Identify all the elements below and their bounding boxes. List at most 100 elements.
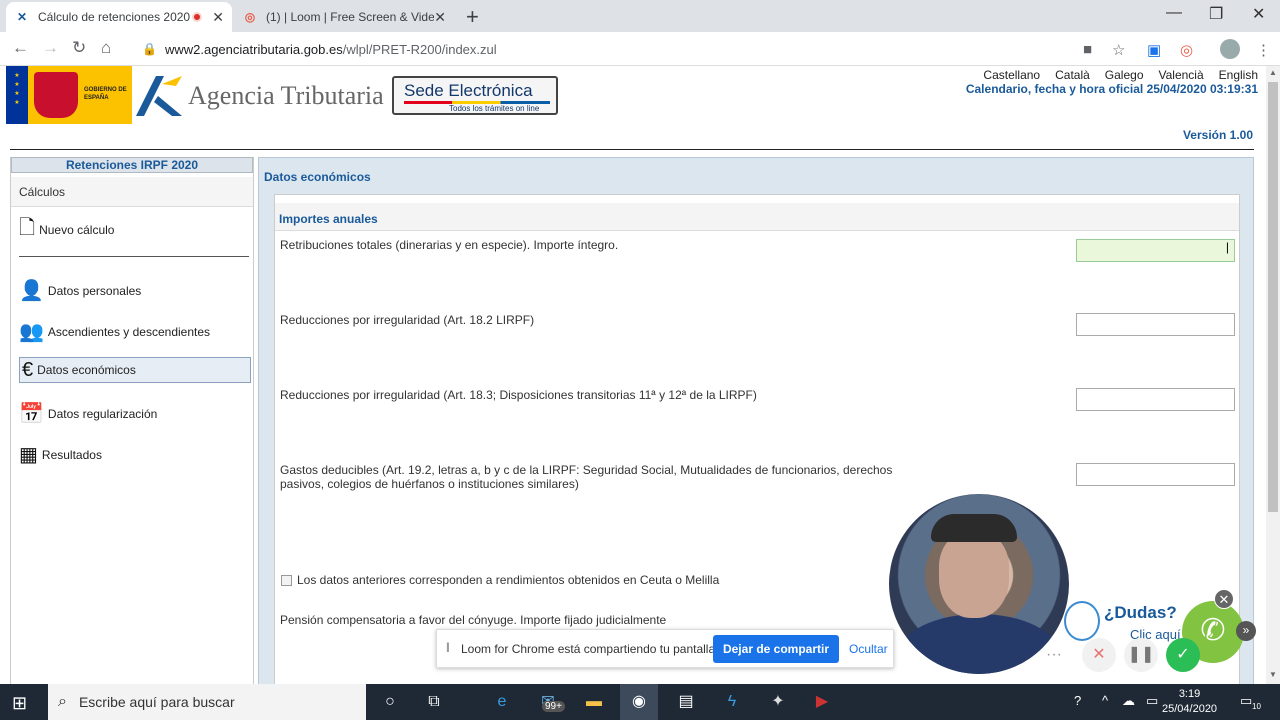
cloud-icon[interactable]: ☁ xyxy=(1122,693,1135,709)
sede-subtitle: Todos los trámites on line xyxy=(449,104,540,113)
forward-icon[interactable]: → xyxy=(42,38,59,58)
back-icon[interactable]: ← xyxy=(12,38,29,58)
new-tab-button[interactable]: + xyxy=(466,4,479,30)
taskbar-search[interactable]: ⌕ Escribe aquí para buscar xyxy=(48,684,366,720)
home-icon[interactable]: ⌂ xyxy=(101,38,111,58)
section-title: Importes anuales xyxy=(279,212,378,226)
loom-favicon-icon: ◎ xyxy=(244,10,256,24)
video-editor-icon[interactable]: ▶ xyxy=(810,691,834,713)
reducciones-18-3-input[interactable] xyxy=(1076,388,1235,411)
app-lightning-icon[interactable]: ϟ xyxy=(720,691,744,713)
field-label-retribuciones: Retribuciones totales (dinerarias y en e… xyxy=(280,238,619,252)
header-divider xyxy=(10,149,1254,150)
recording-indicator-icon xyxy=(192,12,203,22)
help-tray-icon[interactable]: ? xyxy=(1074,693,1081,708)
assistant-head-icon xyxy=(1064,601,1100,641)
sidebar-divider xyxy=(19,256,249,257)
edge-icon[interactable]: e xyxy=(490,691,514,713)
minimize-icon[interactable]: — xyxy=(1166,4,1182,22)
sidebar-item-datos-economicos[interactable]: € Datos económicos xyxy=(19,357,251,383)
chrome-icon[interactable]: ◉ xyxy=(620,684,658,720)
scroll-up-icon[interactable]: ▲ xyxy=(1269,68,1277,77)
reducciones-18-2-input[interactable] xyxy=(1076,313,1235,336)
lang-english[interactable]: English xyxy=(1219,68,1258,82)
sidebar-item-datos-regularizacion[interactable]: 📅 Datos regularización xyxy=(19,401,157,426)
close-tab-icon[interactable]: ✕ xyxy=(212,9,224,26)
webcam-person-jacket xyxy=(899,614,1059,674)
webcam-person-cap xyxy=(931,514,1017,542)
agencia-tributaria-logo-icon[interactable] xyxy=(136,76,182,116)
drag-handle-icon[interactable]: ||| xyxy=(446,642,450,653)
loom-sharing-bar: ||| Loom for Chrome está compartiendo tu… xyxy=(436,629,894,668)
page-scrollbar[interactable]: ▲ ▼ xyxy=(1266,66,1280,684)
tab-title: (1) | Loom | Free Screen & Video xyxy=(266,10,435,24)
battery-icon[interactable]: ▭ xyxy=(1146,693,1158,709)
site-header: ★ ★ ★ ★ GOBIERNO DE ESPAÑA Agencia Tributar… xyxy=(0,66,1266,150)
gastos-deducibles-input[interactable] xyxy=(1076,463,1235,486)
ceuta-melilla-checkbox[interactable] xyxy=(281,574,292,586)
tab-retenciones[interactable]: ✕ Cálculo de retenciones 2020 ✕ xyxy=(6,2,232,32)
profile-avatar[interactable] xyxy=(1220,39,1240,59)
clock-date: 25/04/2020 xyxy=(1162,703,1218,715)
file-explorer-icon[interactable]: ▬ xyxy=(582,691,606,713)
sidebar-item-resultados[interactable]: ▦ Resultados xyxy=(19,442,102,467)
task-view-icon[interactable]: ⧉ xyxy=(422,691,446,713)
agency-name[interactable]: Agencia Tributaria xyxy=(188,81,384,111)
expand-help-icon[interactable]: » xyxy=(1236,621,1256,641)
webcam-bubble[interactable] xyxy=(889,494,1069,674)
sidebar-item-datos-personales[interactable]: 👤 Datos personales xyxy=(19,278,141,303)
finish-recording-icon[interactable]: ✓ xyxy=(1166,638,1200,672)
dropbox-icon[interactable]: ✦ xyxy=(766,691,790,713)
official-calendar-link[interactable]: Calendario, fecha y hora oficial 25/04/2… xyxy=(966,82,1258,96)
reload-icon[interactable]: ↻ xyxy=(72,38,86,58)
scroll-thumb[interactable] xyxy=(1268,82,1278,512)
loom-extension-icon[interactable]: ◎ xyxy=(1180,41,1193,59)
windows-taskbar: ⊞ ⌕ Escribe aquí para buscar ○ ⧉ e ✉ 99+… xyxy=(0,684,1280,720)
scroll-down-icon[interactable]: ▼ xyxy=(1269,670,1277,679)
taskbar-clock[interactable]: 3:19 25/04/2020 xyxy=(1162,687,1217,717)
sharing-message: Loom for Chrome está compartiendo tu pan… xyxy=(461,642,719,656)
maximize-icon[interactable]: ❐ xyxy=(1209,4,1223,24)
sede-electronica-logo[interactable]: Sede Electrónica Todos los trámites on l… xyxy=(392,76,558,115)
field-label-reducciones-18-3: Reducciones por irregularidad (Art. 18.3… xyxy=(280,388,757,402)
euro-icon: € xyxy=(22,358,34,381)
lang-valencia[interactable]: Valencià xyxy=(1159,68,1204,82)
retribuciones-input[interactable]: | xyxy=(1076,239,1235,262)
gobierno-logo[interactable]: ★ ★ ★ ★ GOBIERNO DE ESPAÑA xyxy=(6,66,132,124)
tab-loom[interactable]: ◎ (1) | Loom | Free Screen & Video ✕ xyxy=(234,2,454,32)
coat-of-arms-icon xyxy=(34,72,78,118)
more-options-icon[interactable]: ··· xyxy=(1044,638,1064,672)
notifications-count: 10 xyxy=(1252,702,1261,711)
sidebar-item-label: Ascendientes y descendientes xyxy=(47,324,211,339)
lang-catala[interactable]: Català xyxy=(1055,68,1090,82)
webcam-person-face xyxy=(939,532,1009,618)
page-title: Datos económicos xyxy=(264,170,371,184)
cortana-icon[interactable]: ○ xyxy=(378,691,402,713)
ceuta-melilla-checkbox-row[interactable]: Los datos anteriores corresponden a rend… xyxy=(281,573,719,587)
windows-start-icon[interactable]: ⊞ xyxy=(12,693,27,714)
sidebar-item-ascendientes[interactable]: 👥 Ascendientes y descendientes xyxy=(19,319,210,344)
camera-icon[interactable]: ■ xyxy=(1083,41,1092,58)
sidebar-item-nuevo-calculo[interactable]: 🗋 Nuevo cálculo xyxy=(19,213,114,247)
extension-new-icon[interactable]: ▣ xyxy=(1147,41,1161,59)
group-icon: 👥 xyxy=(19,321,44,343)
address-bar[interactable]: 🔒 www2.agenciatributaria.gob.es /wlpl/PR… xyxy=(132,35,1132,63)
language-selector: Castellano Català Galego Valencià Englis… xyxy=(983,68,1258,82)
close-window-icon[interactable]: ✕ xyxy=(1252,4,1265,24)
tray-expand-icon[interactable]: ^ xyxy=(1102,693,1108,708)
bookmark-star-icon[interactable]: ☆ xyxy=(1112,41,1125,59)
stop-sharing-button[interactable]: Dejar de compartir xyxy=(713,635,839,663)
hide-button[interactable]: Ocultar xyxy=(849,642,888,656)
sidebar-item-label: Datos regularización xyxy=(47,406,158,421)
sidebar-item-label: Datos personales xyxy=(47,283,142,298)
lang-galego[interactable]: Galego xyxy=(1105,68,1144,82)
pause-recording-icon[interactable]: ❚❚ xyxy=(1124,638,1158,672)
store-icon[interactable]: ▤ xyxy=(674,691,698,713)
notifications-icon[interactable]: ▭ xyxy=(1240,693,1252,709)
cancel-recording-icon[interactable]: ✕ xyxy=(1082,638,1116,672)
sidebar-category: Cálculos xyxy=(11,177,253,207)
lang-castellano[interactable]: Castellano xyxy=(983,68,1040,82)
close-tab-icon[interactable]: ✕ xyxy=(434,9,446,26)
close-help-icon[interactable]: ✕ xyxy=(1214,589,1234,609)
menu-icon[interactable]: ⋮ xyxy=(1256,41,1271,59)
